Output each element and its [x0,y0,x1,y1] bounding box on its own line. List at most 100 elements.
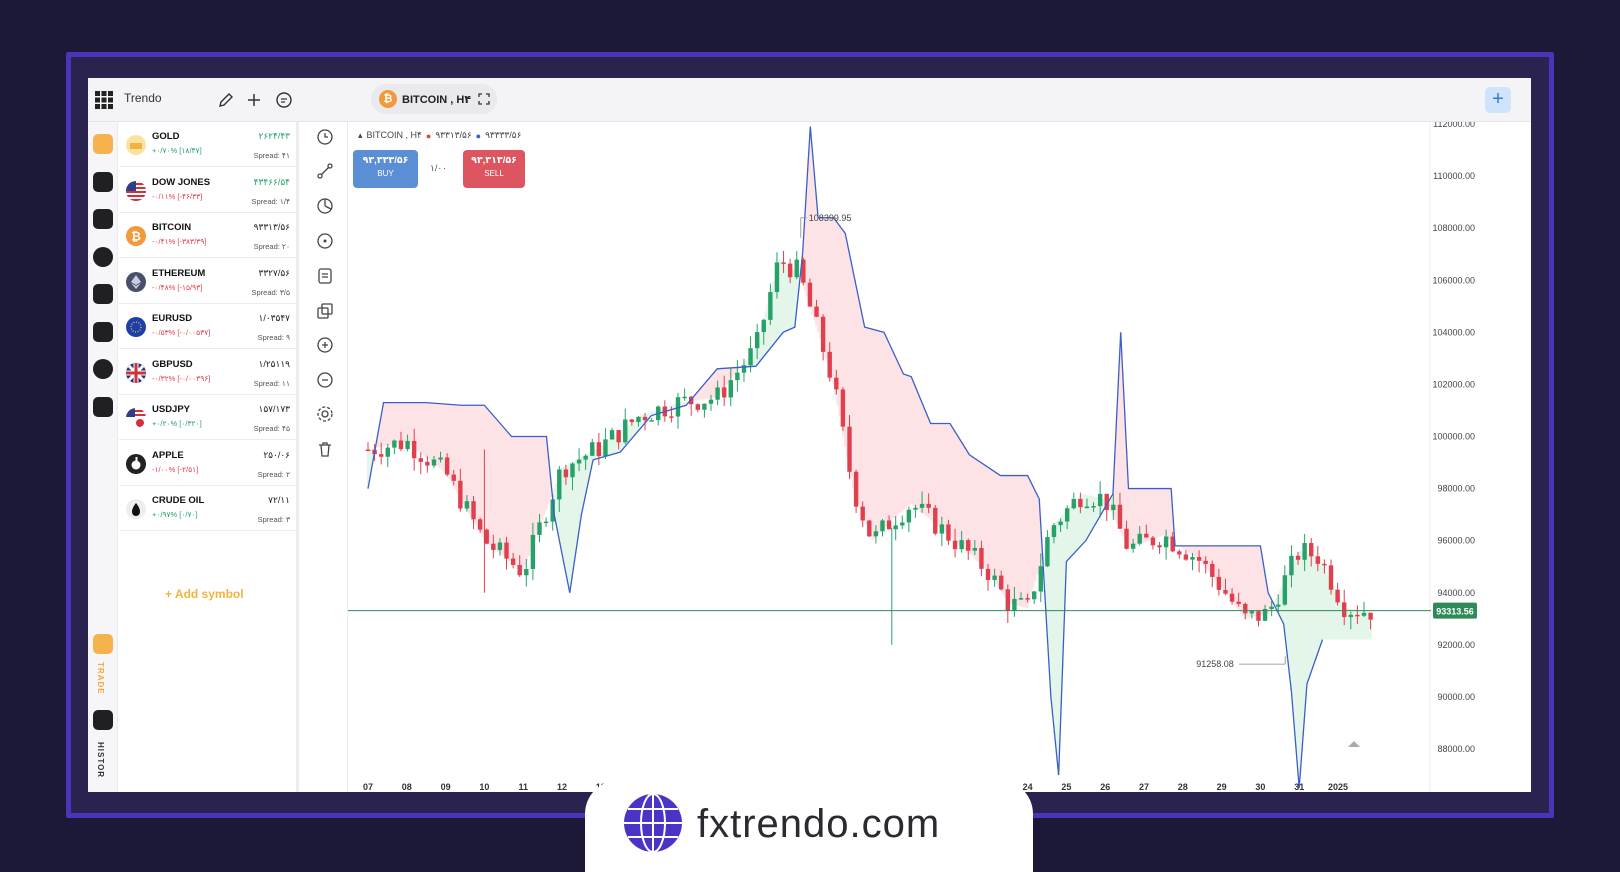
candle-body [787,263,793,278]
top-bar: Trendo ₿ BITCOIN , H۴ + [88,78,1531,122]
buy-button[interactable]: ۹۳,۳۳۳/۵۶ BUY [353,150,418,188]
symbol-change: -۰/۱۱% [-۴۶/۳۳] [152,191,203,201]
symbol-name: DOW JONES [152,176,211,188]
trade-icon[interactable] [93,634,113,654]
settings-gear-icon[interactable] [316,405,334,423]
left-icon-rail: TRADE HISTOR [88,122,118,792]
history-label[interactable]: HISTOR [96,742,105,778]
candle-body [814,306,819,317]
candle-body [557,469,562,500]
candle-body [1335,589,1340,603]
candle-body [1342,602,1347,618]
pie-tool-icon[interactable] [316,197,334,215]
calendar-icon[interactable] [93,710,113,730]
symbol-change: -۰/۴۱% [-۳۸۳/۳۹] [152,237,207,246]
add-tab-button[interactable]: + [1485,87,1511,113]
candle-body [867,520,872,537]
symbol-change: +۰/۹۷% [۰/۷۰] [152,510,198,519]
candle-body [1236,601,1241,604]
watchlist-row[interactable]: EURUSD -۰/۵۳% [-۰/۰۰۵۳۷] ۱/۰۳۵۴۷ Spread: ۹ [119,304,296,349]
candle-body [1183,554,1189,560]
watchlist-row[interactable]: DOW JONES -۰/۱۱% [-۴۶/۳۳] ۴۳۴۶۶/۵۴ Spread: … [119,168,296,213]
zoom-out-icon[interactable] [316,371,334,389]
candle-body [906,509,912,523]
candle-body [477,519,483,530]
fullscreen-icon[interactable] [478,93,490,105]
candle-body [1190,557,1195,560]
candle-body [1058,521,1063,526]
candle-body [1111,504,1116,511]
candle-body [1031,591,1037,600]
price-chart[interactable]: 93313.56 108399.95 91258.08 112000.00 110000… [348,122,1531,792]
gift-icon[interactable] [93,397,113,417]
candle-body [1045,537,1050,567]
sell-label: SELL [484,169,504,178]
candle-body [1210,563,1215,577]
eu-flag-icon [126,317,146,337]
watchlist-row[interactable]: ETHEREUM -۰/۴۸% [-۱۵/۹۳] ۳۳۲۷/۵۶ Spread: ۳/… [119,259,296,304]
svg-text:₿: ₿ [131,230,141,244]
symbol-spread: Spread: ۲۰ [253,242,290,251]
chart-trend-icon[interactable] [93,284,113,304]
withdraw-icon[interactable] [93,209,113,229]
legend-red-value: ۹۳۳۱۳/۵۶ [435,130,472,140]
candle-body [774,262,780,293]
chat-icon[interactable] [274,90,294,110]
usjp-flag-icon [126,408,146,428]
apps-grid-icon[interactable] [94,90,114,110]
sell-button[interactable]: ۹۳,۳۱۳/۵۶ SELL [463,150,525,188]
watchlist-row[interactable]: GOLD +۰/۷۰% [۱۸/۴۷] ۲۶۲۴/۴۳ Spread: ۴۱ [119,122,296,167]
symbol-tab[interactable]: ₿ BITCOIN , H۴ [371,84,497,114]
deposit-icon[interactable] [93,172,113,192]
chart-canvas[interactable]: 93313.56 108399.95 91258.08 112000.00 110000… [348,122,1531,792]
collapse-arrow-icon[interactable]: ▴ [358,130,363,141]
candle-body [1005,589,1011,611]
candle-body [1130,543,1136,549]
seven-icon[interactable] [93,322,113,342]
symbol-price: ۲۶۲۴/۴۳ [258,131,290,141]
symbol-spread: Spread: ۱/۴ [251,196,291,206]
candle-body [636,416,641,423]
plus-icon[interactable] [244,90,264,110]
candle-body [893,525,898,530]
symbol-name: EURUSD [152,313,193,324]
candle-body [1124,528,1129,549]
history-clock-icon[interactable] [93,359,113,379]
y-tick-label: 98000.00 [1437,484,1475,494]
symbol-price: ۱۵۷/۱۷۳ [258,404,290,414]
candle-body [1018,598,1024,600]
trash-icon[interactable] [316,440,334,458]
watchlist-panel: GOLD +۰/۷۰% [۱۸/۴۷] ۲۶۲۴/۴۳ Spread: ۴۱ DOW J… [119,122,299,792]
add-symbol-button[interactable]: + Add symbol [165,587,244,601]
current-price-label: 93313.56 [1436,607,1474,617]
x-tick-label: 11 [518,782,528,792]
candle-body [1144,533,1149,538]
candle-body [952,540,958,550]
candle-body [504,542,509,559]
candle-body [735,372,740,381]
watchlist-row[interactable]: CRUDE OIL +۰/۹۷% [۰/۷۰] ۷۲/۱۱ Spread: ۳ [119,486,296,531]
quantity-value[interactable]: ۱/۰۰ [430,163,447,174]
trendline-icon[interactable] [316,162,334,180]
symbol-spread: Spread: ۴۱ [253,151,290,160]
copy-icon[interactable] [316,302,334,320]
candle-body [768,292,773,320]
watchlist-row[interactable]: APPLE -۱/۰۰% [-۲/۵۱] ۲۵۰/۰۶ Spread: ۲ [119,441,296,486]
drawing-toolbar [302,122,348,792]
candle-body [721,387,727,398]
note-icon[interactable] [316,267,334,285]
watchlist-row[interactable]: GBPUSD -۰/۳۲% [-۰/۰۰۳۹۶] ۱/۲۵۱۱۹ Spread: ۱۱ [119,350,296,395]
signal-icon[interactable] [93,247,113,267]
pencil-icon[interactable] [216,90,236,110]
candle-body [708,399,714,404]
trade-label[interactable]: TRADE [96,662,105,695]
zoom-in-icon[interactable] [316,336,334,354]
home-icon[interactable] [93,134,113,154]
clock-icon[interactable] [316,128,334,146]
candle-body [365,449,371,452]
watchlist-row[interactable]: ₿ BITCOIN -۰/۴۱% [-۳۸۳/۳۹] ۹۳۳۱۳/۵۶ Spread: … [119,213,296,258]
watchlist-row[interactable]: USDJPY +۰/۲۰% [۰/۳۲۰] ۱۵۷/۱۷۳ Spread: ۴۵ [119,395,296,440]
candle-body [886,520,892,530]
circle-tool-icon[interactable] [316,232,334,250]
y-tick-label: 108000.00 [1432,223,1475,233]
